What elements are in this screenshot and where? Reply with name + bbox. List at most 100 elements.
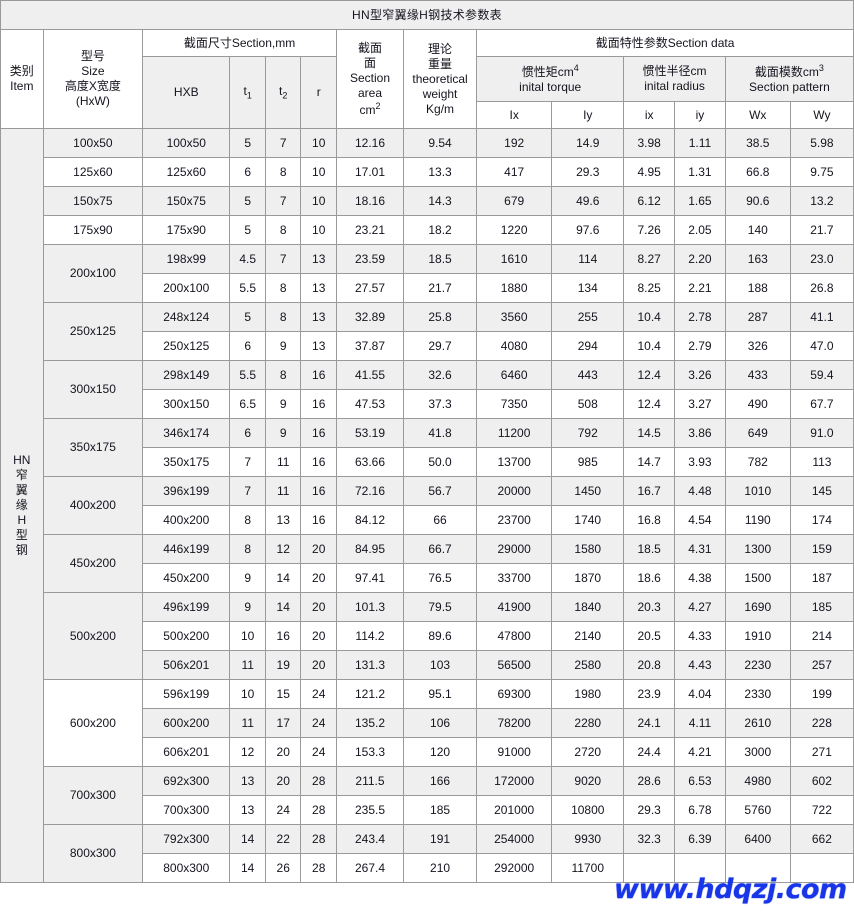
cell-Wx: 188: [724, 273, 791, 303]
cell-iy: 4.54: [674, 505, 726, 535]
category-item-label: HN 窄翼缘 H 型钢: [0, 128, 44, 883]
cell-Iy: 1980: [551, 679, 625, 709]
cell-Wx: 490: [724, 389, 791, 419]
cell-Iy: 9020: [551, 766, 625, 796]
cell-section-area: 72.16: [336, 476, 404, 506]
header-weight-l2: 重量: [428, 56, 453, 71]
cell-hxb: 298x149: [142, 360, 231, 390]
cell-Wx: 2610: [724, 708, 791, 738]
header-col-Iy: Iy: [551, 101, 625, 129]
cell-r: 20: [300, 534, 337, 564]
cell-t2: 19: [264, 650, 302, 680]
cell-section-area: 211.5: [336, 766, 404, 796]
cell-Ix: 292000: [476, 853, 553, 883]
table-row: 150x75 150x75 5 7 10 18.16 14.3 679 49.6 6.12 1.65…: [1, 186, 854, 216]
cell-theoretical-weight: 89.6: [402, 621, 478, 651]
group-size-cell: 500x200: [42, 592, 144, 680]
cell-Iy: 10800: [551, 795, 625, 825]
group-size-cell: 175x90: [42, 215, 144, 245]
cell-theoretical-weight: 37.3: [402, 389, 478, 419]
cell-t2: 13: [264, 505, 302, 535]
cell-t2: 20: [264, 737, 302, 767]
cell-t1: 6.5: [229, 389, 266, 419]
cell-Wx: 1010: [724, 476, 791, 506]
cell-Ix: 192: [476, 128, 553, 158]
cell-iy: 2.79: [674, 331, 726, 361]
cell-t1: 5: [229, 128, 266, 158]
cell-Wx: 1190: [724, 505, 791, 535]
cell-t2: 22: [264, 824, 302, 854]
header-col-Wx: Wx: [724, 101, 791, 129]
cell-theoretical-weight: 13.3: [402, 157, 478, 187]
cell-r: 28: [300, 853, 337, 883]
cell-Wy: 21.7: [789, 215, 854, 245]
cell-Iy: 1740: [551, 505, 625, 535]
table-body: HN 窄翼缘 H 型钢 100x50 100x50 5 7 10 12.16 9.54 192 14.9…: [0, 128, 854, 883]
cell-theoretical-weight: 56.7: [402, 476, 478, 506]
cell-Wy: 257: [789, 650, 854, 680]
cell-r: 16: [300, 360, 337, 390]
cell-r: 20: [300, 563, 337, 593]
cell-r: 28: [300, 824, 337, 854]
cell-Wy: 91.0: [789, 418, 854, 448]
cell-section-area: 101.3: [336, 592, 404, 622]
cell-Ix: 7350: [476, 389, 553, 419]
cell-t2: 7: [264, 186, 302, 216]
cell-Wy: 174: [789, 505, 854, 535]
header-item-en: Item: [10, 79, 34, 93]
cell-section-area: 23.21: [336, 215, 404, 245]
cell-Ix: 41900: [476, 592, 553, 622]
cell-iy: 4.27: [674, 592, 726, 622]
cell-section-area: 135.2: [336, 708, 404, 738]
cell-t1: 13: [229, 795, 266, 825]
cell-Iy: 255: [551, 302, 625, 332]
cell-theoretical-weight: 41.8: [402, 418, 478, 448]
cell-section-area: 84.95: [336, 534, 404, 564]
cell-ix: 24.1: [623, 708, 676, 738]
header-t1: t1: [229, 56, 266, 129]
cell-Iy: 134: [551, 273, 625, 303]
table-row: 125x60 125x60 6 8 10 17.01 13.3 417 29.3 4.95 1.31…: [1, 157, 854, 187]
cell-section-area: 27.57: [336, 273, 404, 303]
cell-Ix: 254000: [476, 824, 553, 854]
header-section-pattern: 截面模数cm3 Section pattern: [724, 56, 854, 102]
header-section-data: 截面特性参数Section data: [476, 29, 854, 57]
cell-Wy: 271: [789, 737, 854, 767]
cell-iy: 2.21: [674, 273, 726, 303]
cell-hxb: 800x300: [142, 853, 231, 883]
cell-iy: [674, 853, 726, 883]
cell-theoretical-weight: 191: [402, 824, 478, 854]
cell-r: 10: [300, 186, 337, 216]
cell-hxb: 396x199: [142, 476, 231, 506]
cell-theoretical-weight: 18.2: [402, 215, 478, 245]
header-section-area-sup: 2: [375, 100, 381, 111]
group-size-cell: 250x125: [42, 302, 144, 361]
cell-Wx: 1690: [724, 592, 791, 622]
header-inertia-radius-cn: 惯性半径cm: [642, 64, 707, 78]
cell-iy: 2.05: [674, 215, 726, 245]
cell-ix: 16.8: [623, 505, 676, 535]
table-row: 250x125 248x124 5 8 13 32.89 25.8 3560 255 10.4 2.…: [1, 302, 854, 361]
header-size-l3: 高度X宽度: [64, 79, 121, 93]
cell-r: 28: [300, 766, 337, 796]
cell-r: 20: [300, 650, 337, 680]
header-size-l2: Size: [81, 64, 105, 78]
table-row: 300x150 298x149 5.5 8 16 41.55 32.6 6460 443 12.4…: [1, 360, 854, 419]
cell-r: 13: [300, 273, 337, 303]
table-row: 700x300 692x300 13 20 28 211.5 166 172000 9020 28…: [1, 766, 854, 825]
cell-ix: 32.3: [623, 824, 676, 854]
cell-Wy: 145: [789, 476, 854, 506]
header-inertia-torque-cn: 惯性矩cm4: [521, 63, 579, 79]
cell-r: 16: [300, 476, 337, 506]
category-label-char: 缘: [15, 498, 28, 512]
group-size-cell: 400x200: [42, 476, 144, 535]
cell-Ix: 1220: [476, 215, 553, 245]
header-col-Wy: Wy: [789, 101, 854, 129]
cell-hxb: 596x199: [142, 679, 231, 709]
cell-r: 28: [300, 795, 337, 825]
cell-Iy: 2720: [551, 737, 625, 767]
cell-theoretical-weight: 95.1: [402, 679, 478, 709]
cell-t2: 20: [264, 766, 302, 796]
cell-t1: 7: [229, 447, 266, 477]
header-inertia-torque: 惯性矩cm4 inital torque: [476, 56, 625, 102]
